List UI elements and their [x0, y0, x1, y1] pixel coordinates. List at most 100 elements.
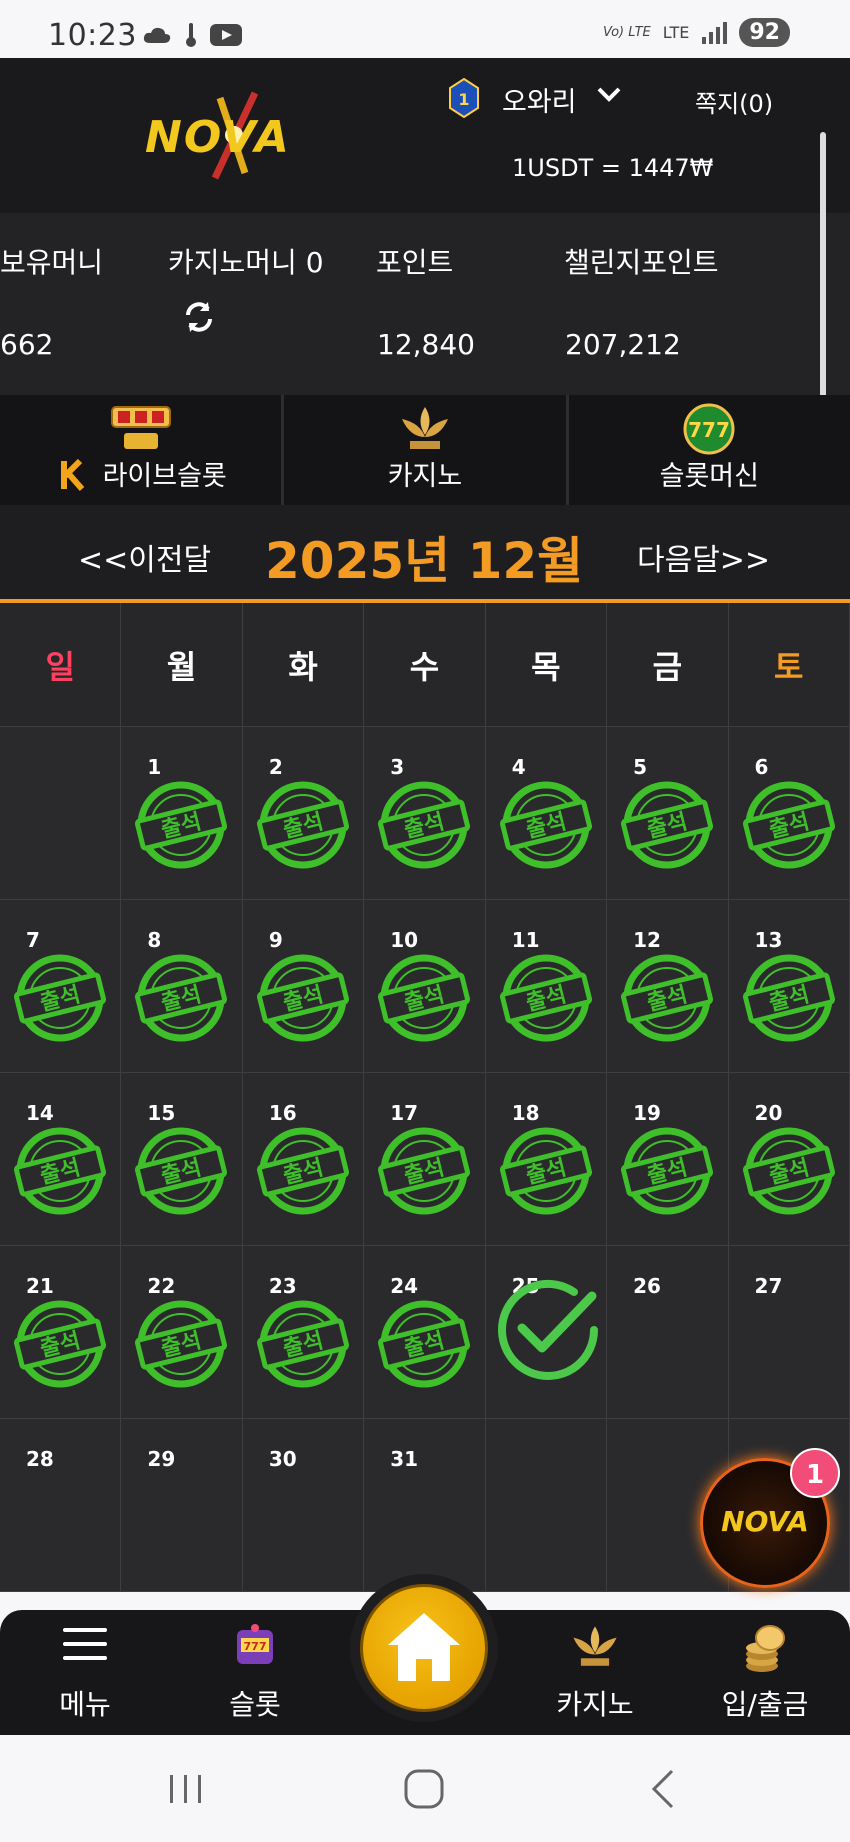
day-number: 14	[26, 1101, 54, 1125]
calendar-day[interactable]: 5 출석	[607, 727, 729, 900]
holding-value: 662	[0, 328, 54, 361]
attendance-stamp-icon: 출석	[256, 781, 349, 869]
calendar-day[interactable]: 27	[728, 1246, 850, 1419]
tab-slot-machine[interactable]: 777 슬롯머신	[569, 395, 850, 505]
calendar-day[interactable]: 31	[364, 1419, 486, 1592]
calendar-day[interactable]: 14 출석	[0, 1073, 122, 1246]
calendar-day[interactable]: 12 출석	[607, 900, 729, 1073]
next-month-link[interactable]: 다음달>>	[637, 535, 770, 579]
day-number: 22	[147, 1274, 176, 1298]
home-nav-icon[interactable]	[402, 1767, 446, 1811]
weekday-sun: 일	[0, 603, 122, 727]
calendar-day[interactable]: 22 출석	[121, 1246, 243, 1419]
live-slot-icon	[110, 406, 171, 449]
thermometer-icon	[186, 23, 196, 47]
calendar-day[interactable]: 8 출석	[121, 900, 243, 1073]
calendar-day[interactable]: 4 출석	[485, 727, 608, 900]
attendance-stamp-icon: 출석	[621, 1127, 714, 1215]
weekday-mon: 월	[121, 603, 243, 727]
calendar-day[interactable]: 26	[607, 1246, 729, 1419]
tab-casino[interactable]: 카지노	[284, 395, 569, 505]
day-number: 8	[147, 928, 162, 952]
calendar-day[interactable]: 3 출석	[364, 727, 486, 900]
rank-level: 1	[458, 90, 469, 109]
floating-logo-text: NOVA	[721, 1505, 809, 1538]
calendar-day[interactable]: 1 출석	[121, 727, 243, 900]
day-number: 6	[754, 755, 769, 779]
calendar-week-row: 1 출석 2 출석 3 출석 4 출석 5 출석 6 출석	[0, 727, 850, 900]
chevron-down-icon[interactable]	[596, 84, 622, 106]
back-icon[interactable]	[644, 1767, 684, 1811]
attendance-stamp-icon: 출석	[14, 1300, 106, 1388]
nav-casino[interactable]: 카지노	[520, 1610, 670, 1735]
svg-text:777: 777	[688, 418, 730, 442]
attendance-stamp-icon: 출석	[742, 1127, 835, 1215]
calendar-day[interactable]: 6 출석	[728, 727, 850, 900]
calendar-day[interactable]: 19 출석	[607, 1073, 729, 1246]
attendance-stamp-icon: 출석	[378, 781, 471, 869]
calendar-day[interactable]: 29	[121, 1419, 243, 1592]
nav-label: 메뉴	[59, 1688, 111, 1721]
day-number: 26	[633, 1274, 661, 1298]
attendance-stamp-icon: 출석	[135, 1300, 228, 1388]
day-number: 1	[147, 755, 162, 779]
calendar-day[interactable]: 18 출석	[485, 1073, 608, 1246]
network-label: LTE	[662, 23, 690, 42]
home-button[interactable]	[360, 1584, 488, 1712]
attendance-stamp-icon: 출석	[378, 1127, 471, 1215]
attendance-stamp-icon: 출석	[14, 1127, 106, 1215]
casino-lotus-icon	[401, 407, 448, 449]
nav-menu[interactable]: 메뉴	[10, 1610, 160, 1735]
calendar-day[interactable]: 9 출석	[242, 900, 365, 1073]
attendance-stamp-icon: 출석	[135, 781, 228, 869]
attendance-stamp-icon: 출석	[499, 954, 592, 1042]
holding-label: 보유머니	[0, 246, 104, 279]
balance-panel: 보유머니 662 카지노머니 0 포인트 12,840 챌린지포인트 207,2…	[0, 213, 850, 395]
volte-label: Vo) LTE	[602, 25, 651, 40]
casino-lotus-icon	[573, 1626, 617, 1666]
tab-label: 카지노	[387, 461, 463, 492]
attendance-stamp-icon: 출석	[378, 1300, 471, 1388]
nav-deposit-withdraw[interactable]: 입/출금	[690, 1610, 840, 1735]
nav-slot[interactable]: 777 슬롯	[180, 1610, 330, 1735]
day-number: 10	[390, 928, 419, 952]
calendar-day[interactable]: 15 출석	[121, 1073, 243, 1246]
recent-apps-icon[interactable]	[166, 1769, 206, 1809]
calendar-day[interactable]: 7 출석	[0, 900, 122, 1073]
day-number: 24	[390, 1274, 419, 1298]
prev-month-link[interactable]: <<이전달	[78, 535, 211, 579]
calendar-day[interactable]: 2 출석	[242, 727, 365, 900]
attendance-stamp-icon: 출석	[621, 954, 714, 1042]
calendar-day[interactable]: 17 출석	[364, 1073, 486, 1246]
calendar-day[interactable]: 28	[0, 1419, 122, 1592]
calendar-week-row: 21 출석 22 출석 23 출석 24 출석 25 26 27	[0, 1246, 850, 1419]
refresh-icon[interactable]	[180, 298, 218, 336]
app-root: 10:23 Vo) LTE LTE 92 NOVA 1 오와리 쪽지(0) 1U…	[0, 0, 850, 1842]
tab-label: 라이브슬롯	[102, 461, 227, 492]
calendar-day[interactable]: 25	[485, 1246, 608, 1419]
day-number: 19	[633, 1101, 661, 1125]
calendar-day[interactable]: 10 출석	[364, 900, 486, 1073]
calendar-day[interactable]: 16 출석	[242, 1073, 365, 1246]
calendar-day[interactable]: 24 출석	[364, 1246, 486, 1419]
nova-logo[interactable]: NOVA	[145, 88, 320, 180]
attendance-stamp-icon: 출석	[256, 954, 349, 1042]
day-number: 4	[511, 755, 526, 779]
calendar-day[interactable]: 30	[242, 1419, 365, 1592]
site-header: NOVA 1 오와리 쪽지(0) 1USDT = 1447₩	[0, 58, 850, 213]
calendar-day[interactable]: 13 출석	[728, 900, 850, 1073]
coins-icon	[746, 1625, 785, 1672]
user-name[interactable]: 오와리	[502, 80, 577, 119]
attendance-stamp-icon: 출석	[256, 1300, 349, 1388]
calendar-day[interactable]: 21 출석	[0, 1246, 122, 1419]
calendar-day[interactable]: 23 출석	[242, 1246, 365, 1419]
attendance-calendar: 일 월 화 수 목 금 토 1 출석 2 출석 3 출석 4 출석 5 출석 6 출석 7 출석 8 출석 9 출…	[0, 603, 850, 1592]
calendar-day[interactable]: 20 출석	[728, 1073, 850, 1246]
message-link[interactable]: 쪽지(0)	[695, 84, 773, 119]
weekday-fri: 금	[607, 603, 729, 727]
attendance-stamp-icon: 출석	[135, 954, 228, 1042]
calendar-day[interactable]: 11 출석	[485, 900, 608, 1073]
day-number: 3	[390, 755, 405, 779]
tab-live-slot[interactable]: 라이브슬롯	[0, 395, 285, 505]
day-number: 17	[390, 1101, 419, 1125]
